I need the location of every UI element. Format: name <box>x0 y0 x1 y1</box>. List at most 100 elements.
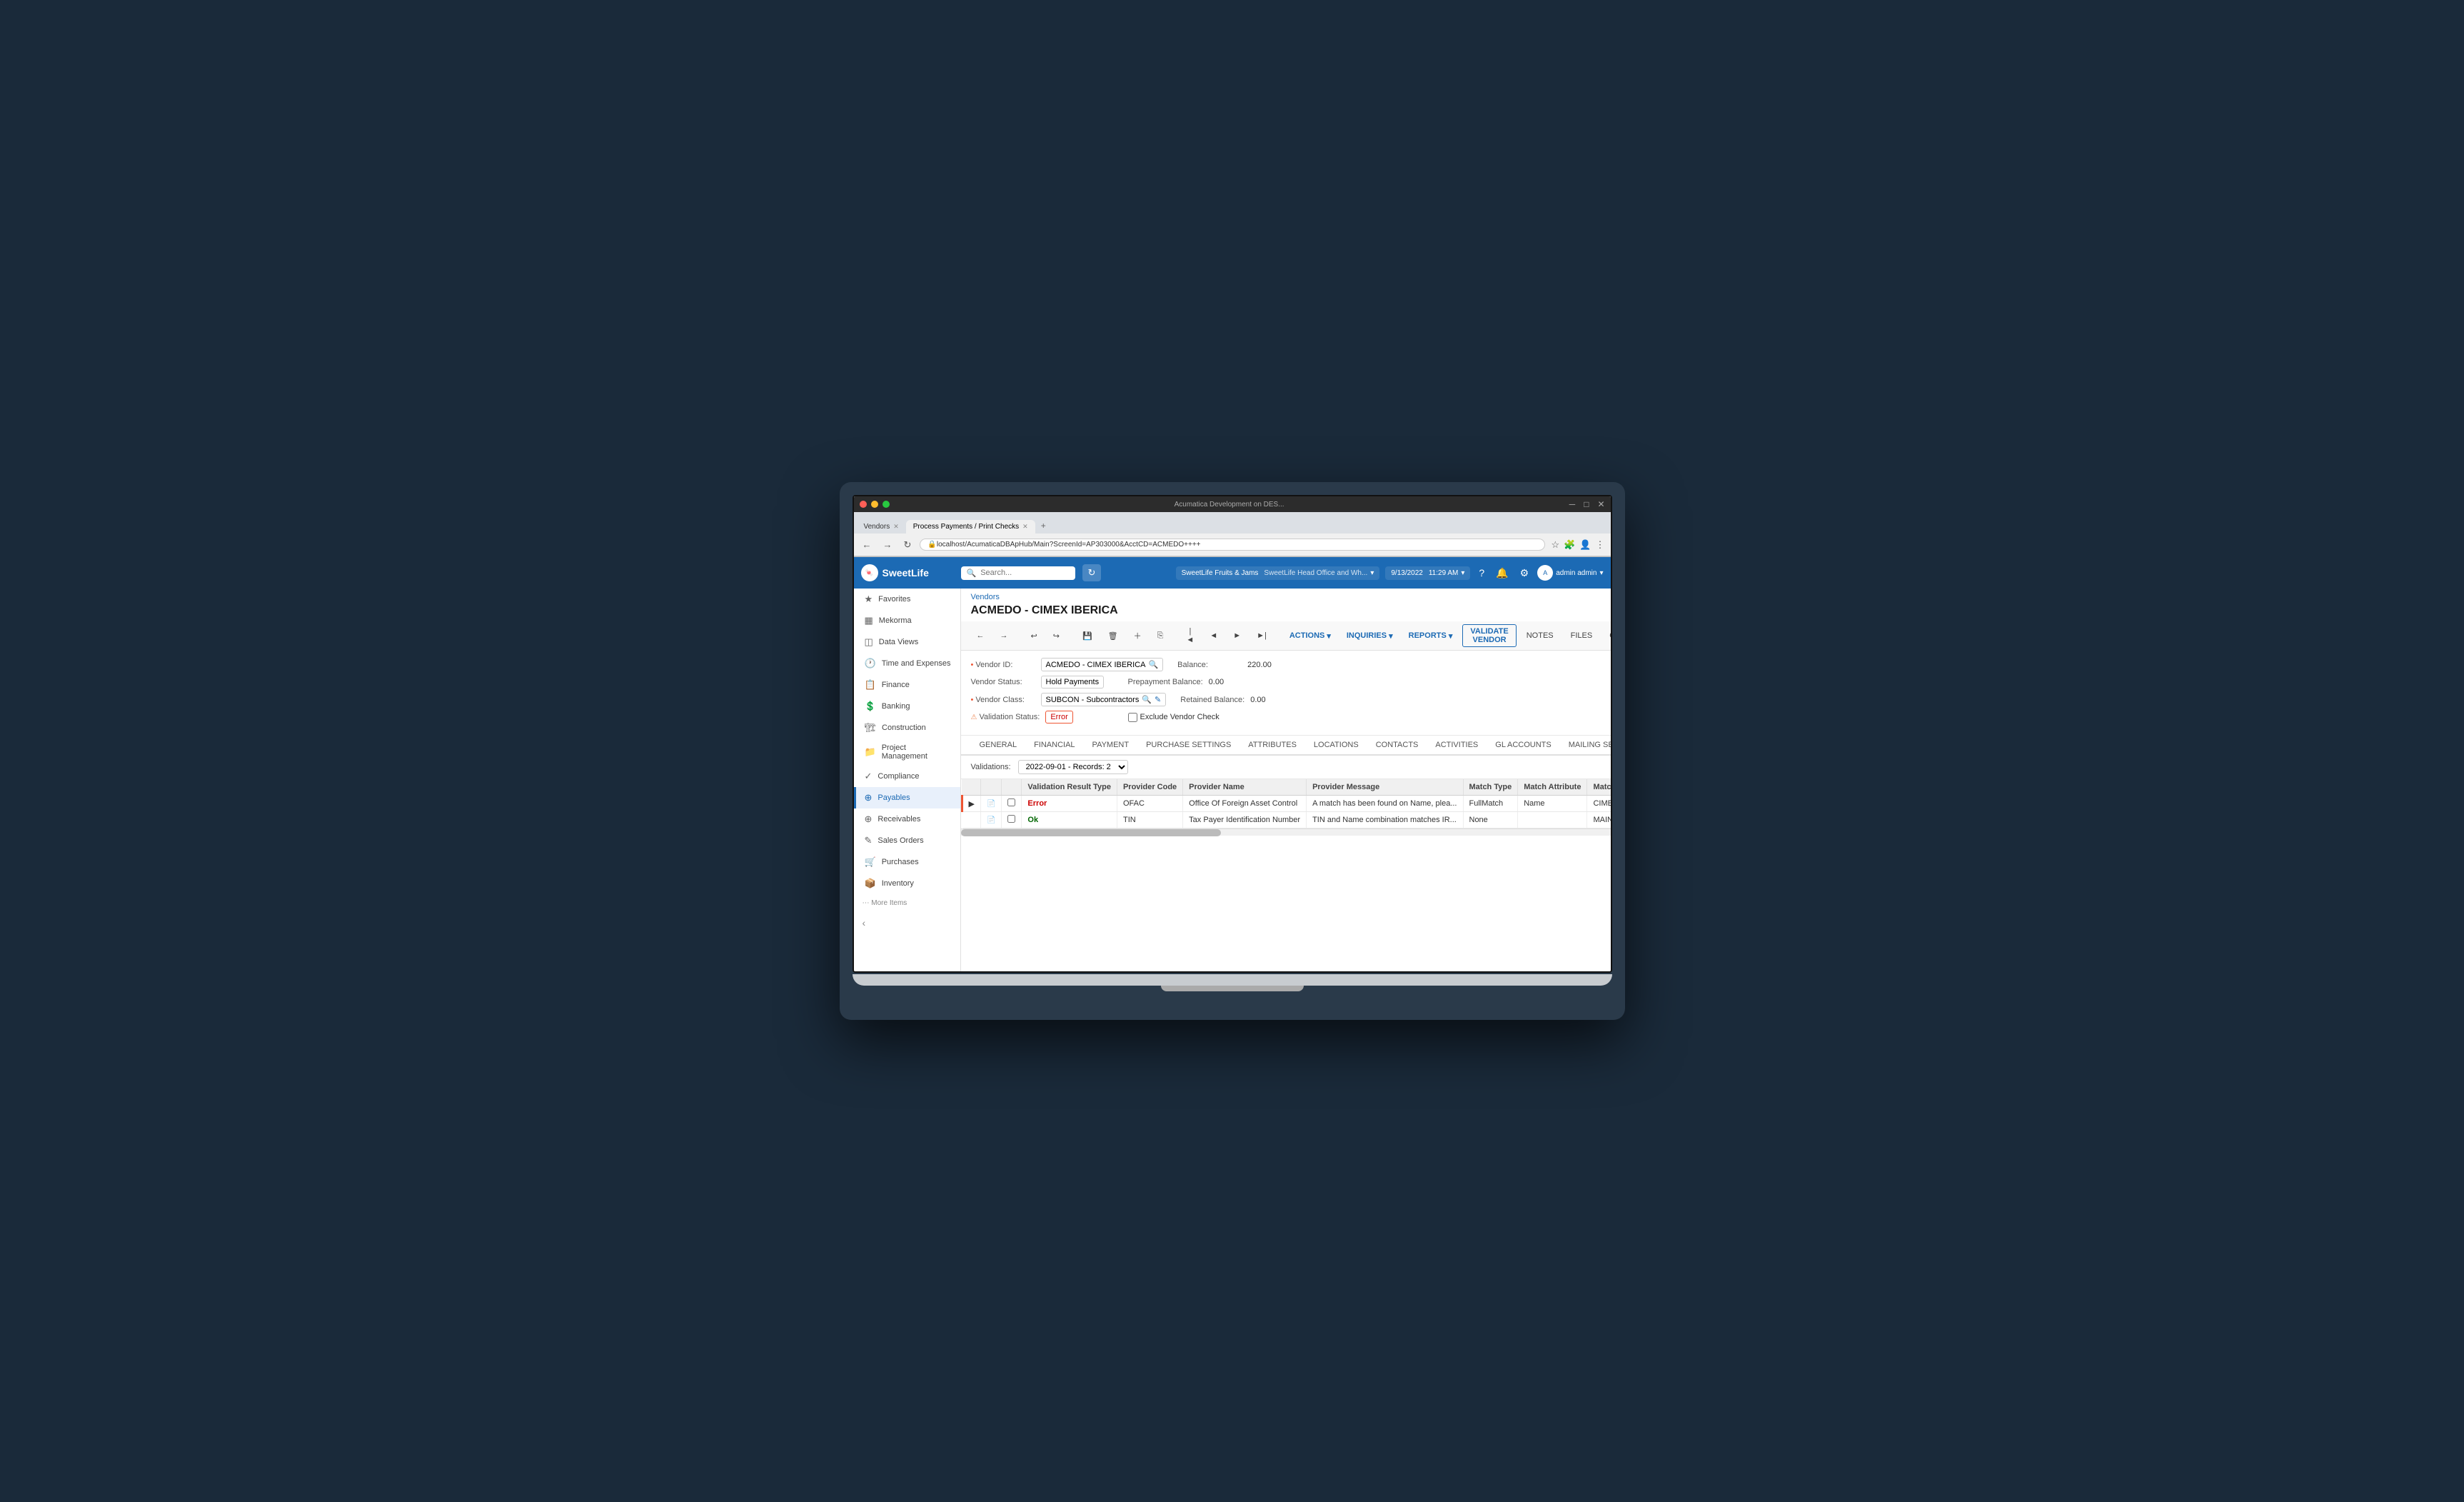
minimize-button[interactable]: ─ <box>1569 499 1576 509</box>
sidebar-collapse-button[interactable]: ‹ <box>854 912 960 933</box>
sidebar-item-sales-orders[interactable]: ✎ Sales Orders <box>854 830 960 851</box>
vendor-id-input[interactable]: ACMEDO - CIMEX IBERICA 🔍 <box>1041 658 1164 671</box>
vendor-id-lookup-icon[interactable]: 🔍 <box>1148 660 1158 669</box>
traffic-light-yellow[interactable] <box>871 501 878 508</box>
extension-icon[interactable]: 🧩 <box>1564 539 1575 551</box>
tab-process-payments[interactable]: Process Payments / Print Checks ✕ <box>906 520 1035 534</box>
settings-button[interactable]: ⚙ <box>1517 564 1532 582</box>
search-input[interactable] <box>980 569 1069 577</box>
actions-button[interactable]: ACTIONS ▾ <box>1284 629 1337 644</box>
files-button[interactable]: FILES <box>1565 629 1599 644</box>
close-window-button[interactable]: ✕ <box>1597 499 1604 509</box>
traffic-light-green[interactable] <box>882 501 890 508</box>
sidebar-item-mekorma[interactable]: ▦ Mekorma <box>854 610 960 631</box>
vendor-class-input[interactable]: SUBCON - Subcontractors 🔍 ✎ <box>1041 693 1167 706</box>
tab-purchase-settings[interactable]: PURCHASE SETTINGS <box>1137 736 1239 756</box>
insert-button[interactable]: ＋ <box>1128 627 1147 644</box>
vendor-class-lookup-icon[interactable]: 🔍 <box>1142 695 1152 704</box>
save-button[interactable]: 💾 <box>1077 629 1098 644</box>
exclude-vendor-check-group[interactable]: Exclude Vendor Check <box>1128 711 1220 724</box>
row-2-details-icon[interactable]: 📄 <box>980 812 1001 828</box>
global-search[interactable]: 🔍 <box>961 566 1075 580</box>
col-match-type[interactable]: Match Type <box>1463 779 1518 796</box>
reports-button[interactable]: REPORTS ▾ <box>1403 629 1459 644</box>
first-record-button[interactable]: |◄ <box>1180 624 1200 647</box>
notifications-button[interactable]: 🔔 <box>1493 564 1511 582</box>
col-provider-code[interactable]: Provider Code <box>1117 779 1182 796</box>
copy-button[interactable]: ⎘ <box>1152 629 1170 644</box>
vendor-status-input[interactable]: Hold Payments <box>1041 676 1105 689</box>
user-menu-button[interactable]: A admin admin ▾ <box>1537 565 1603 581</box>
traffic-light-red[interactable] <box>860 501 867 508</box>
forward-button[interactable]: → <box>880 538 895 551</box>
delete-button[interactable]: 🗑 <box>1102 629 1124 644</box>
validate-vendor-button[interactable]: VALIDATE VENDOR <box>1462 624 1516 647</box>
validations-select[interactable]: 2022-09-01 - Records: 2 <box>1018 760 1128 774</box>
sidebar-more-items[interactable]: ⋯ More Items <box>854 894 960 912</box>
tab-general[interactable]: GENERAL <box>971 736 1026 756</box>
sidebar-item-time-expenses[interactable]: 🕐 Time and Expenses <box>854 653 960 674</box>
row-1-expand[interactable]: ▶ <box>962 796 980 812</box>
col-validation-result-type[interactable]: Validation Result Type <box>1022 779 1117 796</box>
redo-button[interactable]: ↪ <box>1047 629 1065 644</box>
row-1-match-value: CIMEX IBERICA <box>1587 796 1611 812</box>
url-input[interactable]: 🔒 localhost/AcumaticaDBApHub/Main?Screen… <box>920 539 1545 551</box>
next-record-button[interactable]: ► <box>1227 629 1247 643</box>
sidebar-item-finance[interactable]: 📋 Finance <box>854 674 960 696</box>
datetime-display[interactable]: 9/13/2022 11:29 AM ▾ <box>1385 566 1470 580</box>
tab-gl-accounts[interactable]: GL ACCOUNTS <box>1487 736 1559 756</box>
col-provider-message[interactable]: Provider Message <box>1307 779 1463 796</box>
help-button[interactable]: ? <box>1476 564 1487 581</box>
settings-icon[interactable]: ⋮ <box>1596 539 1605 551</box>
sidebar-item-project-management[interactable]: 📁 Project Management <box>854 739 960 766</box>
scrollbar-thumb[interactable] <box>961 829 1221 836</box>
tab-payment[interactable]: PAYMENT <box>1084 736 1138 756</box>
tab-mailing-settings[interactable]: MAILING SETTINGS <box>1560 736 1611 756</box>
reload-button[interactable]: ↻ <box>901 538 915 552</box>
exclude-vendor-checkbox[interactable] <box>1128 713 1137 722</box>
profile-icon[interactable]: 👤 <box>1579 539 1591 551</box>
vendor-class-edit-icon[interactable]: ✎ <box>1155 695 1161 704</box>
tab-vendors-close[interactable]: ✕ <box>893 523 899 531</box>
forward-record-button[interactable]: → <box>995 629 1014 643</box>
sidebar-item-receivables[interactable]: ⊕ Receivables <box>854 808 960 830</box>
tab-contacts[interactable]: CONTACTS <box>1367 736 1427 756</box>
sidebar-item-purchases[interactable]: 🛒 Purchases <box>854 851 960 873</box>
row-2-checkbox[interactable] <box>1002 812 1022 828</box>
sidebar-item-favorites[interactable]: ★ Favorites <box>854 589 960 610</box>
tab-attributes[interactable]: ATTRIBUTES <box>1239 736 1305 756</box>
sidebar-item-inventory[interactable]: 📦 Inventory <box>854 873 960 894</box>
row-2-expand[interactable] <box>962 812 980 828</box>
tab-process-payments-close[interactable]: ✕ <box>1022 523 1028 531</box>
back-button[interactable]: ← <box>860 538 875 551</box>
sidebar-item-construction[interactable]: 🏗 Construction <box>854 717 960 739</box>
undo-button[interactable]: ↩ <box>1025 629 1043 644</box>
add-tab-button[interactable]: + <box>1035 518 1052 534</box>
back-record-button[interactable]: ← <box>971 629 990 643</box>
tab-locations[interactable]: LOCATIONS <box>1305 736 1367 756</box>
notes-button[interactable]: NOTES <box>1521 629 1559 644</box>
tab-financial[interactable]: FINANCIAL <box>1025 736 1083 756</box>
prev-record-button[interactable]: ◄ <box>1204 629 1223 643</box>
last-record-button[interactable]: ►| <box>1251 629 1272 643</box>
row-1-details-icon[interactable]: 📄 <box>980 796 1001 812</box>
row-1-checkbox[interactable] <box>1002 796 1022 812</box>
col-match-value[interactable]: Match Value <box>1587 779 1611 796</box>
col-provider-name[interactable]: Provider Name <box>1183 779 1307 796</box>
validation-status-input[interactable]: Error <box>1045 711 1072 724</box>
company-selector[interactable]: SweetLife Fruits & Jams SweetLife Head O… <box>1176 566 1380 580</box>
col-match-attribute[interactable]: Match Attribute <box>1518 779 1587 796</box>
refresh-button[interactable]: ↻ <box>1082 564 1102 581</box>
sidebar-item-data-views[interactable]: ◫ Data Views <box>854 631 960 653</box>
horizontal-scrollbar[interactable] <box>961 828 1611 836</box>
tab-vendors[interactable]: Vendors ✕ <box>857 520 906 534</box>
breadcrumb[interactable]: Vendors <box>961 589 1611 603</box>
sidebar-item-compliance[interactable]: ✓ Compliance <box>854 766 960 787</box>
inquiries-button[interactable]: INQUIRIES ▾ <box>1341 629 1399 644</box>
bookmark-icon[interactable]: ☆ <box>1551 539 1559 551</box>
customization-button[interactable]: CUSTOMIZATION <box>1604 629 1610 644</box>
maximize-button[interactable]: □ <box>1584 499 1589 509</box>
sidebar-item-payables[interactable]: ⊕ Payables <box>854 787 960 808</box>
tab-activities[interactable]: ACTIVITIES <box>1427 736 1487 756</box>
sidebar-item-banking[interactable]: 💲 Banking <box>854 696 960 717</box>
